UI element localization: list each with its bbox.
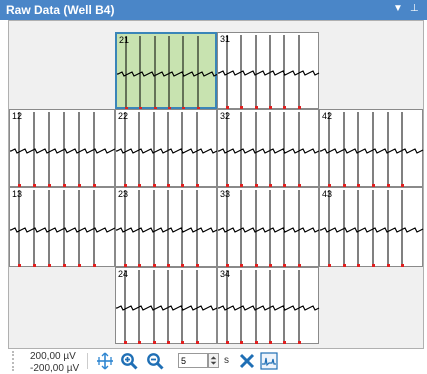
raw-trace-12 xyxy=(10,112,116,187)
baseline-trace xyxy=(117,71,219,77)
raw-trace-22 xyxy=(116,112,218,187)
raw-trace-13 xyxy=(10,190,116,267)
spike-marker xyxy=(343,264,346,267)
zoom-in-icon[interactable] xyxy=(120,352,138,370)
spike-marker xyxy=(181,341,184,344)
raw-trace-21 xyxy=(117,36,219,110)
toolbar: 200,00 µV -200,00 µV s xyxy=(0,349,427,374)
electrode-cell-23[interactable]: 23 xyxy=(115,187,218,267)
spike-marker xyxy=(63,264,66,267)
spike-marker xyxy=(196,341,199,344)
raw-trace-32 xyxy=(218,112,320,187)
baseline-trace xyxy=(218,227,320,233)
spike-marker xyxy=(18,264,21,267)
electrode-cell-21[interactable]: 21 xyxy=(115,32,219,110)
spike-marker xyxy=(138,341,141,344)
electrode-cell-33[interactable]: 33 xyxy=(217,187,320,267)
spike-marker xyxy=(93,264,96,267)
pin-icon[interactable]: ⊥ xyxy=(410,3,419,14)
spike-marker xyxy=(357,264,360,267)
spike-marker xyxy=(226,341,229,344)
close-icon[interactable] xyxy=(238,352,256,370)
zoom-out-icon[interactable] xyxy=(146,352,164,370)
spike-marker xyxy=(298,341,301,344)
electrode-grid: 21 31 12 22 32 42 13 23 33 43 24 34 xyxy=(8,20,424,349)
raw-trace-23 xyxy=(116,190,218,267)
electrode-cell-43[interactable]: 43 xyxy=(319,187,424,267)
window-title: Raw Data (Well B4) xyxy=(6,3,115,17)
spike-marker xyxy=(269,341,272,344)
auto-scale-button[interactable] xyxy=(96,352,114,370)
time-window-input[interactable] xyxy=(178,353,208,368)
time-window-stepper[interactable] xyxy=(208,353,219,368)
spike-marker xyxy=(372,264,375,267)
title-bar: Raw Data (Well B4) ▼ ⊥ xyxy=(0,0,427,20)
electrode-cell-13[interactable]: 13 xyxy=(9,187,116,267)
spike-marker xyxy=(167,341,170,344)
amplitude-scale-bottom: -200,00 µV xyxy=(30,363,80,374)
spike-marker xyxy=(387,264,390,267)
baseline-trace xyxy=(10,227,116,233)
baseline-trace xyxy=(10,148,116,154)
dropdown-icon[interactable]: ▼ xyxy=(393,3,403,14)
baseline-trace xyxy=(320,148,424,154)
baseline-trace xyxy=(218,305,320,311)
spike-marker xyxy=(153,341,156,344)
spike-marker xyxy=(255,341,258,344)
electrode-cell-34[interactable]: 34 xyxy=(217,267,320,344)
baseline-trace xyxy=(320,227,424,233)
time-unit-label: s xyxy=(224,355,229,366)
spike-marker xyxy=(78,264,81,267)
spike-marker xyxy=(33,264,36,267)
spike-marker xyxy=(124,341,127,344)
raw-trace-34 xyxy=(218,270,320,344)
baseline-trace xyxy=(116,305,218,311)
electrode-cell-22[interactable]: 22 xyxy=(115,109,218,187)
electrode-cell-31[interactable]: 31 xyxy=(217,32,320,109)
raw-trace-24 xyxy=(116,270,218,344)
spike-marker xyxy=(401,264,404,267)
electrode-cell-24[interactable]: 24 xyxy=(115,267,218,344)
spike-marker xyxy=(240,341,243,344)
baseline-trace xyxy=(116,227,218,233)
toolbar-gripper[interactable] xyxy=(12,351,16,371)
spike-marker xyxy=(283,341,286,344)
electrode-cell-32[interactable]: 32 xyxy=(217,109,320,187)
baseline-trace xyxy=(218,70,320,76)
baseline-trace xyxy=(116,148,218,154)
electrode-cell-42[interactable]: 42 xyxy=(319,109,424,187)
raw-trace-33 xyxy=(218,190,320,267)
raw-trace-42 xyxy=(320,112,424,187)
raw-trace-31 xyxy=(218,35,320,109)
toolbar-separator xyxy=(87,353,88,369)
trace-view-icon[interactable] xyxy=(260,352,278,370)
spike-marker xyxy=(328,264,331,267)
spike-marker xyxy=(48,264,51,267)
amplitude-scale-top: 200,00 µV xyxy=(30,351,76,362)
raw-trace-43 xyxy=(320,190,424,267)
baseline-trace xyxy=(218,148,320,154)
electrode-cell-12[interactable]: 12 xyxy=(9,109,116,187)
